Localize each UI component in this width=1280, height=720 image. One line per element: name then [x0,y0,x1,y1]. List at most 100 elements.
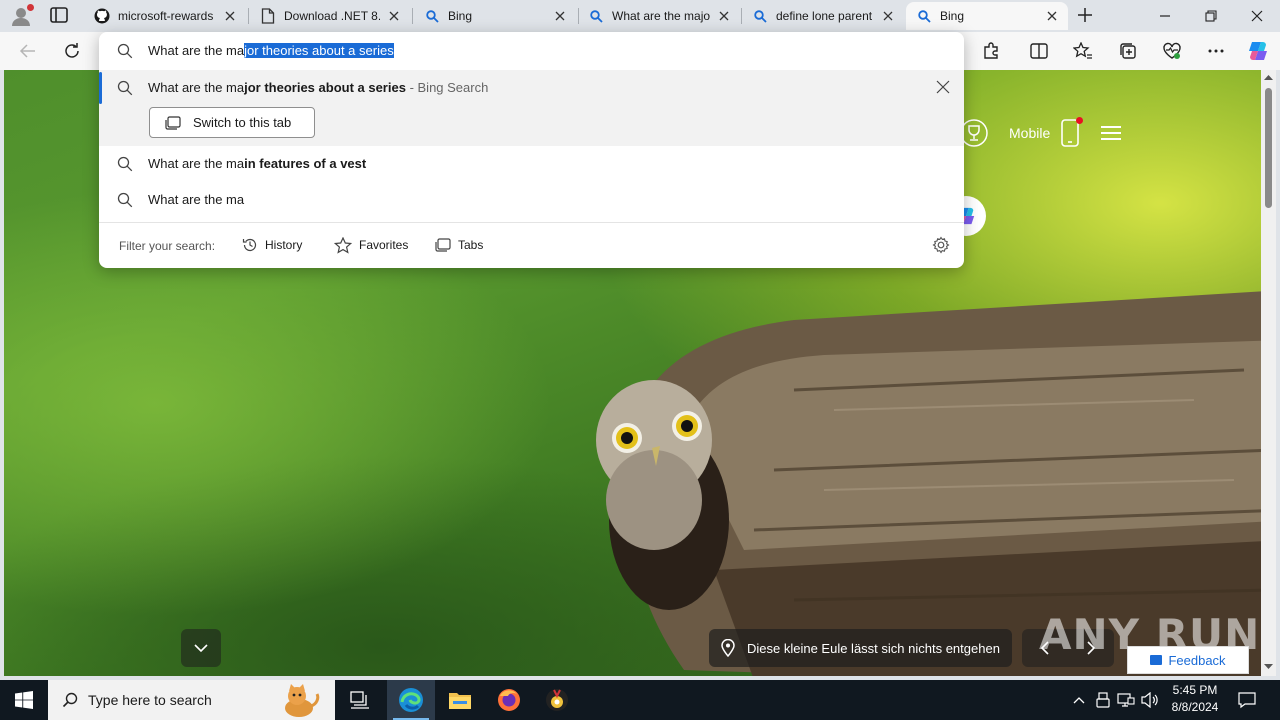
close-icon[interactable] [222,8,238,24]
tab-download-dotnet[interactable]: Download .NET 8.0 [250,2,410,30]
search-icon [424,8,440,24]
address-bar-dropdown: What are the ma jor theories about a seri… [99,32,964,268]
suggestion-item[interactable]: What are the major theories about a seri… [99,70,964,106]
tab-bing[interactable]: Bing [414,2,576,30]
refresh-button[interactable] [62,41,82,61]
back-button[interactable] [18,41,38,61]
profile-avatar[interactable] [10,4,34,27]
scroll-up-icon[interactable] [1264,74,1273,80]
clock-date: 8/8/2024 [1171,700,1219,714]
tab-bing-active[interactable]: Bing [906,2,1068,30]
edge-icon [399,688,423,712]
tab-what-are-the-major[interactable]: What are the major [578,2,740,30]
mobile-label[interactable]: Mobile [1009,125,1050,141]
mobile-phone-icon[interactable] [1060,117,1084,147]
filter-history-label: History [265,238,303,252]
tab-strip: microsoft-rewards Download .NET 8.0 Bing… [0,0,1280,32]
suggestion-prefix: What are the ma [148,192,245,207]
scroll-down-icon[interactable] [1264,664,1273,670]
feedback-button[interactable]: Feedback [1127,646,1249,674]
speaker-icon [1141,692,1158,708]
search-icon [117,156,133,172]
suggestion-item[interactable]: What are the main features of a vest [99,146,964,182]
bing-header: Mobile [959,117,1122,148]
windows-logo-icon [15,691,33,709]
collections-icon [1120,43,1136,59]
restore-icon [1205,10,1217,22]
folder-icon [449,693,471,709]
security-tray[interactable] [1094,680,1112,720]
favorites-button[interactable] [1073,41,1093,61]
split-screen-button[interactable] [1029,41,1049,61]
chevron-up-icon [1073,697,1085,704]
close-icon[interactable] [386,8,402,24]
scroll-down-button[interactable] [181,629,221,667]
history-icon [242,237,258,253]
gear-icon[interactable] [932,236,950,254]
taskbar-firefox[interactable] [485,680,533,720]
chat-bubble-icon [1150,655,1163,665]
taskbar-edge[interactable] [387,680,435,720]
filter-favorites[interactable]: Favorites [334,233,408,257]
system-clock[interactable]: 5:45 PM 8/8/2024 [1160,682,1230,718]
image-caption[interactable]: Diese kleine Eule lässt sich nichts entg… [709,629,1012,667]
search-icon [117,192,133,208]
suggestion-text: What are the major theories about a seri… [148,80,488,95]
restore-button[interactable] [1201,6,1221,26]
new-tab-button[interactable] [1076,6,1096,26]
tab-label: Download .NET 8.0 [284,9,380,23]
tab-label: microsoft-rewards [118,9,214,23]
task-view-button[interactable] [336,680,384,720]
star-list-icon [1073,42,1092,59]
search-filter-bar: Filter your search: History Favorites Ta… [99,223,964,268]
caption-text: Diese kleine Eule lässt sich nichts entg… [747,640,1000,656]
filter-favorites-label: Favorites [359,238,409,252]
taskbar-file-explorer[interactable] [436,680,484,720]
switch-to-tab-button[interactable]: Switch to this tab [149,107,315,138]
scrollbar-thumb[interactable] [1265,88,1272,208]
close-icon[interactable] [716,8,732,24]
start-button[interactable] [0,680,48,720]
location-pin-icon [721,639,735,657]
notifications-button[interactable] [1236,680,1258,720]
vertical-scrollbar[interactable] [1261,70,1276,676]
tab-icon [165,115,181,130]
suggestion-item[interactable]: What are the ma [99,182,964,218]
network-tray[interactable] [1116,680,1136,720]
close-icon[interactable] [1044,8,1060,24]
extensions-button[interactable] [981,41,1001,61]
feedback-label: Feedback [1168,652,1226,668]
close-icon [1251,10,1263,22]
suggestion-engine: - Bing Search [405,80,489,95]
puzzle-icon [984,42,998,59]
minimize-button[interactable] [1155,6,1175,26]
show-hidden-icons-button[interactable] [1070,680,1088,720]
volume-tray[interactable] [1140,680,1160,720]
filter-tabs[interactable]: Tabs [435,233,483,257]
address-bar[interactable]: What are the major theories about a seri… [99,32,964,70]
address-bar-text[interactable]: What are the major theories about a seri… [148,43,394,58]
collections-button[interactable] [1118,41,1138,61]
filter-history[interactable]: History [242,233,302,257]
switch-tab-row: Switch to this tab [99,106,964,146]
browser-essentials-button[interactable] [1162,41,1182,61]
hamburger-menu-icon[interactable] [1100,125,1122,141]
copilot-button[interactable] [1246,40,1270,62]
close-icon[interactable] [552,8,568,24]
github-icon [94,8,110,24]
heartbeat-icon [1163,42,1181,59]
autocomplete-selection: jor theories about a series [244,43,394,58]
split-screen-icon [1030,43,1048,59]
remove-suggestion-icon[interactable] [936,80,950,94]
usb-device-icon [1096,692,1110,708]
tab-actions-button[interactable] [50,7,70,25]
taskbar-search-placeholder: Type here to search [88,692,212,708]
settings-more-button[interactable] [1206,41,1226,61]
taskbar-app[interactable] [533,680,581,720]
taskbar-search-box[interactable]: Type here to search [48,680,335,720]
app-medal-icon [546,689,568,711]
close-icon[interactable] [880,8,896,24]
tab-microsoft-rewards[interactable]: microsoft-rewards [84,2,246,30]
tab-define-lone-parent[interactable]: define lone parent [742,2,904,30]
close-window-button[interactable] [1247,6,1267,26]
